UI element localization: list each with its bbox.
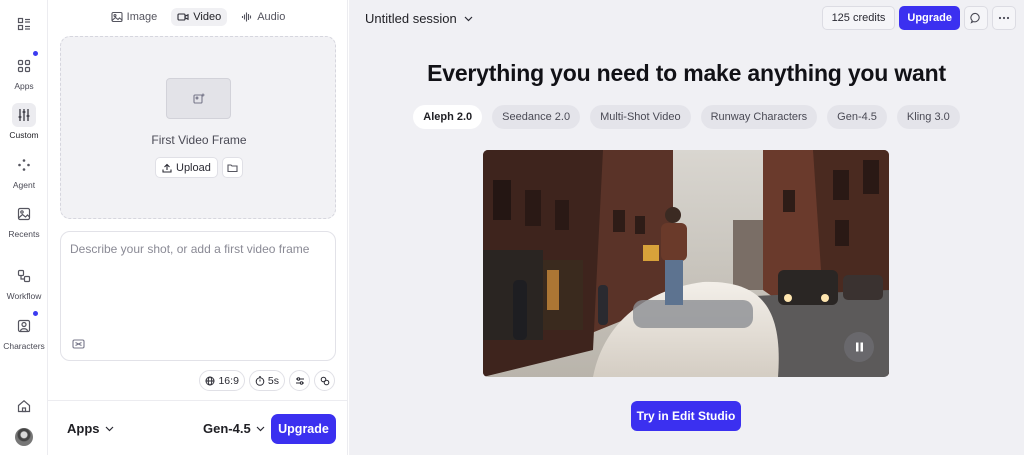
- first-frame-dropzone[interactable]: First Video Frame Upload: [60, 36, 336, 219]
- sidebar-item-label: Characters: [3, 341, 45, 351]
- prompt-input[interactable]: [70, 242, 326, 312]
- gallery-icon: [12, 202, 36, 226]
- credits-badge[interactable]: 125 credits: [821, 6, 896, 30]
- add-image-icon: [192, 93, 204, 104]
- apps-dropdown-label: Apps: [67, 421, 100, 436]
- video-icon: [177, 13, 189, 21]
- tab-label: Video: [193, 11, 222, 23]
- tab-image[interactable]: Image: [105, 8, 164, 26]
- globe-icon: [205, 376, 215, 385]
- main-area: Untitled session 125 credits Upgrade Eve…: [349, 0, 1024, 455]
- link-icon: [320, 376, 329, 385]
- upload-icon: [162, 163, 172, 173]
- apps-dropdown[interactable]: Apps: [67, 421, 114, 436]
- sidebar-item-label: Workflow: [6, 291, 42, 301]
- chevron-down-icon: [256, 426, 265, 431]
- duration-selector[interactable]: 5s: [248, 370, 285, 391]
- home-icon: [12, 394, 36, 418]
- sparkle-icon: [12, 153, 36, 177]
- more-options-button[interactable]: [992, 6, 1016, 30]
- sidebar-item-agent[interactable]: Agent: [0, 153, 48, 190]
- notification-dot: [33, 51, 38, 56]
- attach-button[interactable]: [314, 370, 335, 391]
- generation-panel: Image Video Audio First Video Frame Uplo…: [48, 0, 348, 455]
- upload-button[interactable]: Upload: [155, 157, 218, 178]
- duration-value: 5s: [267, 374, 279, 387]
- sidebar-item-label: Recents: [8, 229, 40, 239]
- avatar[interactable]: [15, 428, 33, 446]
- chevron-down-icon: [464, 16, 473, 21]
- sidebar-item-custom[interactable]: Custom: [0, 103, 48, 140]
- try-edit-studio-button[interactable]: Try in Edit Studio: [631, 401, 741, 431]
- pause-icon: [855, 342, 863, 352]
- browse-folder-button[interactable]: [221, 157, 243, 178]
- feedback-button[interactable]: [964, 6, 988, 30]
- prompt-box: [60, 231, 336, 361]
- tab-video[interactable]: Video: [171, 8, 228, 26]
- sidebar-item-label: Custom: [9, 130, 39, 140]
- menu-toggle-button[interactable]: [0, 12, 48, 36]
- mode-tabs: Image Video Audio: [48, 8, 348, 26]
- upload-label: Upload: [176, 161, 211, 174]
- generation-settings: 16:9 5s: [199, 370, 335, 391]
- advanced-settings-button[interactable]: [289, 370, 310, 391]
- model-dropdown-label: Gen-4.5: [203, 421, 251, 436]
- workflow-icon: [12, 264, 36, 288]
- sidebar-item-label: Apps: [14, 81, 34, 91]
- sidebar-item-workflow[interactable]: Workflow: [0, 264, 48, 301]
- upgrade-button[interactable]: Upgrade: [271, 414, 336, 444]
- panel-footer: Apps Gen-4.5 Upgrade: [48, 400, 348, 455]
- tab-audio[interactable]: Audio: [235, 8, 291, 26]
- ellipsis-icon: [998, 16, 1010, 20]
- timer-icon: [255, 375, 265, 386]
- topbar-actions: 125 credits Upgrade: [821, 6, 1016, 30]
- frame-placeholder: [166, 78, 231, 119]
- model-chip-multi-shot[interactable]: Multi-Shot Video: [590, 105, 691, 129]
- top-upgrade-button[interactable]: Upgrade: [899, 6, 960, 30]
- aspect-ratio-value: 16:9: [218, 374, 239, 387]
- preview-video[interactable]: [483, 150, 889, 377]
- sidebar-item-recents[interactable]: Recents: [0, 202, 48, 239]
- notification-dot: [33, 311, 38, 316]
- chat-bubble-icon: [970, 12, 980, 24]
- model-chip-seedance[interactable]: Seedance 2.0: [492, 105, 581, 129]
- sidebar-item-apps[interactable]: Apps: [0, 51, 48, 91]
- model-chips: Aleph 2.0 Seedance 2.0 Multi-Shot Video …: [349, 105, 1024, 129]
- session-title: Untitled session: [365, 11, 457, 26]
- session-title-dropdown[interactable]: Untitled session: [365, 11, 473, 26]
- model-chip-gen45[interactable]: Gen-4.5: [827, 105, 887, 129]
- tab-label: Image: [126, 11, 158, 23]
- folder-icon: [227, 163, 238, 172]
- image-icon: [111, 11, 123, 23]
- sliders-icon: [12, 103, 36, 127]
- sidebar-item-characters[interactable]: Characters: [0, 311, 48, 351]
- tab-label: Audio: [257, 11, 286, 23]
- grid-icon: [12, 51, 38, 78]
- audio-wave-icon: [242, 12, 252, 22]
- character-icon: [12, 311, 38, 338]
- model-chip-kling[interactable]: Kling 3.0: [896, 105, 960, 129]
- aspect-ratio-selector[interactable]: 16:9: [199, 370, 245, 391]
- upload-actions: Upload: [155, 157, 243, 178]
- model-dropdown[interactable]: Gen-4.5: [203, 421, 265, 436]
- home-button[interactable]: [0, 394, 48, 418]
- chevron-down-icon: [105, 426, 113, 431]
- sidebar-item-label: Agent: [12, 180, 36, 190]
- pause-button[interactable]: [844, 332, 874, 362]
- sidebar-toggle-icon: [12, 12, 36, 36]
- icon-rail: Apps Custom Agent Recents Workflow Chara…: [0, 0, 48, 455]
- settings-sliders-icon: [295, 376, 304, 385]
- video-frame: [483, 150, 889, 377]
- model-chip-aleph[interactable]: Aleph 2.0: [413, 105, 483, 129]
- enhance-prompt-icon[interactable]: [72, 337, 85, 355]
- frame-label: First Video Frame: [151, 133, 247, 147]
- model-chip-runway-characters[interactable]: Runway Characters: [700, 105, 818, 129]
- page-title: Everything you need to make anything you…: [427, 60, 946, 86]
